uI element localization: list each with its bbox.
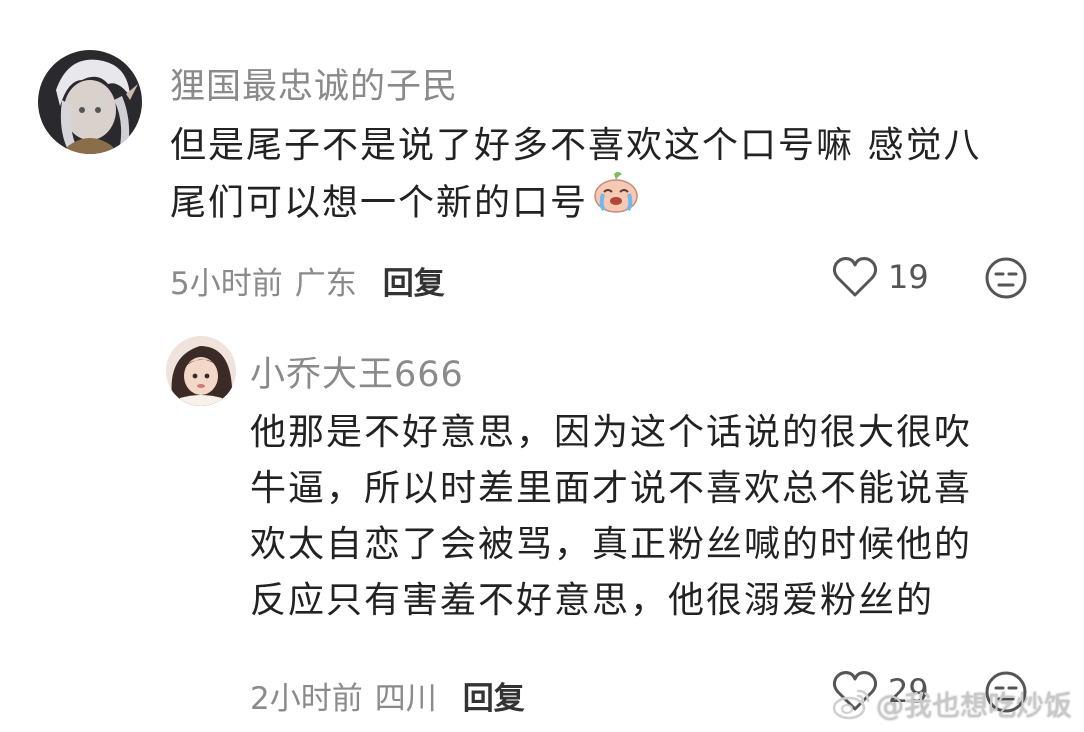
- comment-line-with-emoji: 尾们可以想一个新的口号: [170, 172, 981, 235]
- reply-button[interactable]: 回复: [383, 258, 445, 303]
- comment-line: 他那是不好意思，因为这个话说的很大很吹: [250, 412, 973, 453]
- watermark-text: @我也想吃炒饭: [875, 689, 1072, 722]
- watermark: @我也想吃炒饭: [832, 684, 1072, 724]
- comment-text: 他那是不好意思，因为这个话说的很大很吹 牛逼，所以时差里面才说不喜欢总不能说喜 …: [250, 405, 972, 629]
- username[interactable]: 小乔大王666: [250, 346, 464, 397]
- timestamp: 5小时前: [170, 266, 283, 302]
- reply-button[interactable]: 回复: [463, 673, 525, 718]
- comment-line: 欢太自恋了会被骂，真正粉丝喊的时候他的: [250, 524, 973, 565]
- comment-text: 但是尾子不是说了好多不喜欢这个口号嘛 感觉八 尾们可以想一个新的口号: [170, 118, 981, 235]
- username[interactable]: 狸国最忠诚的子民: [170, 58, 458, 109]
- location: 四川: [374, 681, 437, 717]
- unamused-face-icon: [985, 257, 1027, 299]
- comment-line: 牛逼，所以时差里面才说不喜欢总不能说喜: [250, 468, 973, 509]
- comment-meta: 5小时前 广东 回复: [170, 258, 445, 303]
- comment-line: 尾们可以想一个新的口号: [170, 182, 589, 224]
- location: 广东: [294, 266, 357, 302]
- comment-meta: 2小时前 四川 回复: [250, 673, 525, 718]
- weibo-logo-icon: [832, 689, 870, 720]
- heart-icon: [832, 257, 878, 297]
- comment-line: 但是尾子不是说了好多不喜欢这个口号嘛 感觉八: [170, 125, 982, 166]
- crying-peach-emoji-icon: [592, 170, 640, 231]
- comment-line: 反应只有害羞不好意思，他很溺爱粉丝的: [250, 580, 935, 621]
- timestamp: 2小时前: [250, 681, 363, 717]
- like-count: 19: [888, 258, 929, 296]
- like-button[interactable]: 19: [832, 256, 929, 298]
- avatar[interactable]: [38, 50, 142, 154]
- dislike-button[interactable]: [984, 256, 1028, 304]
- avatar[interactable]: [166, 336, 236, 406]
